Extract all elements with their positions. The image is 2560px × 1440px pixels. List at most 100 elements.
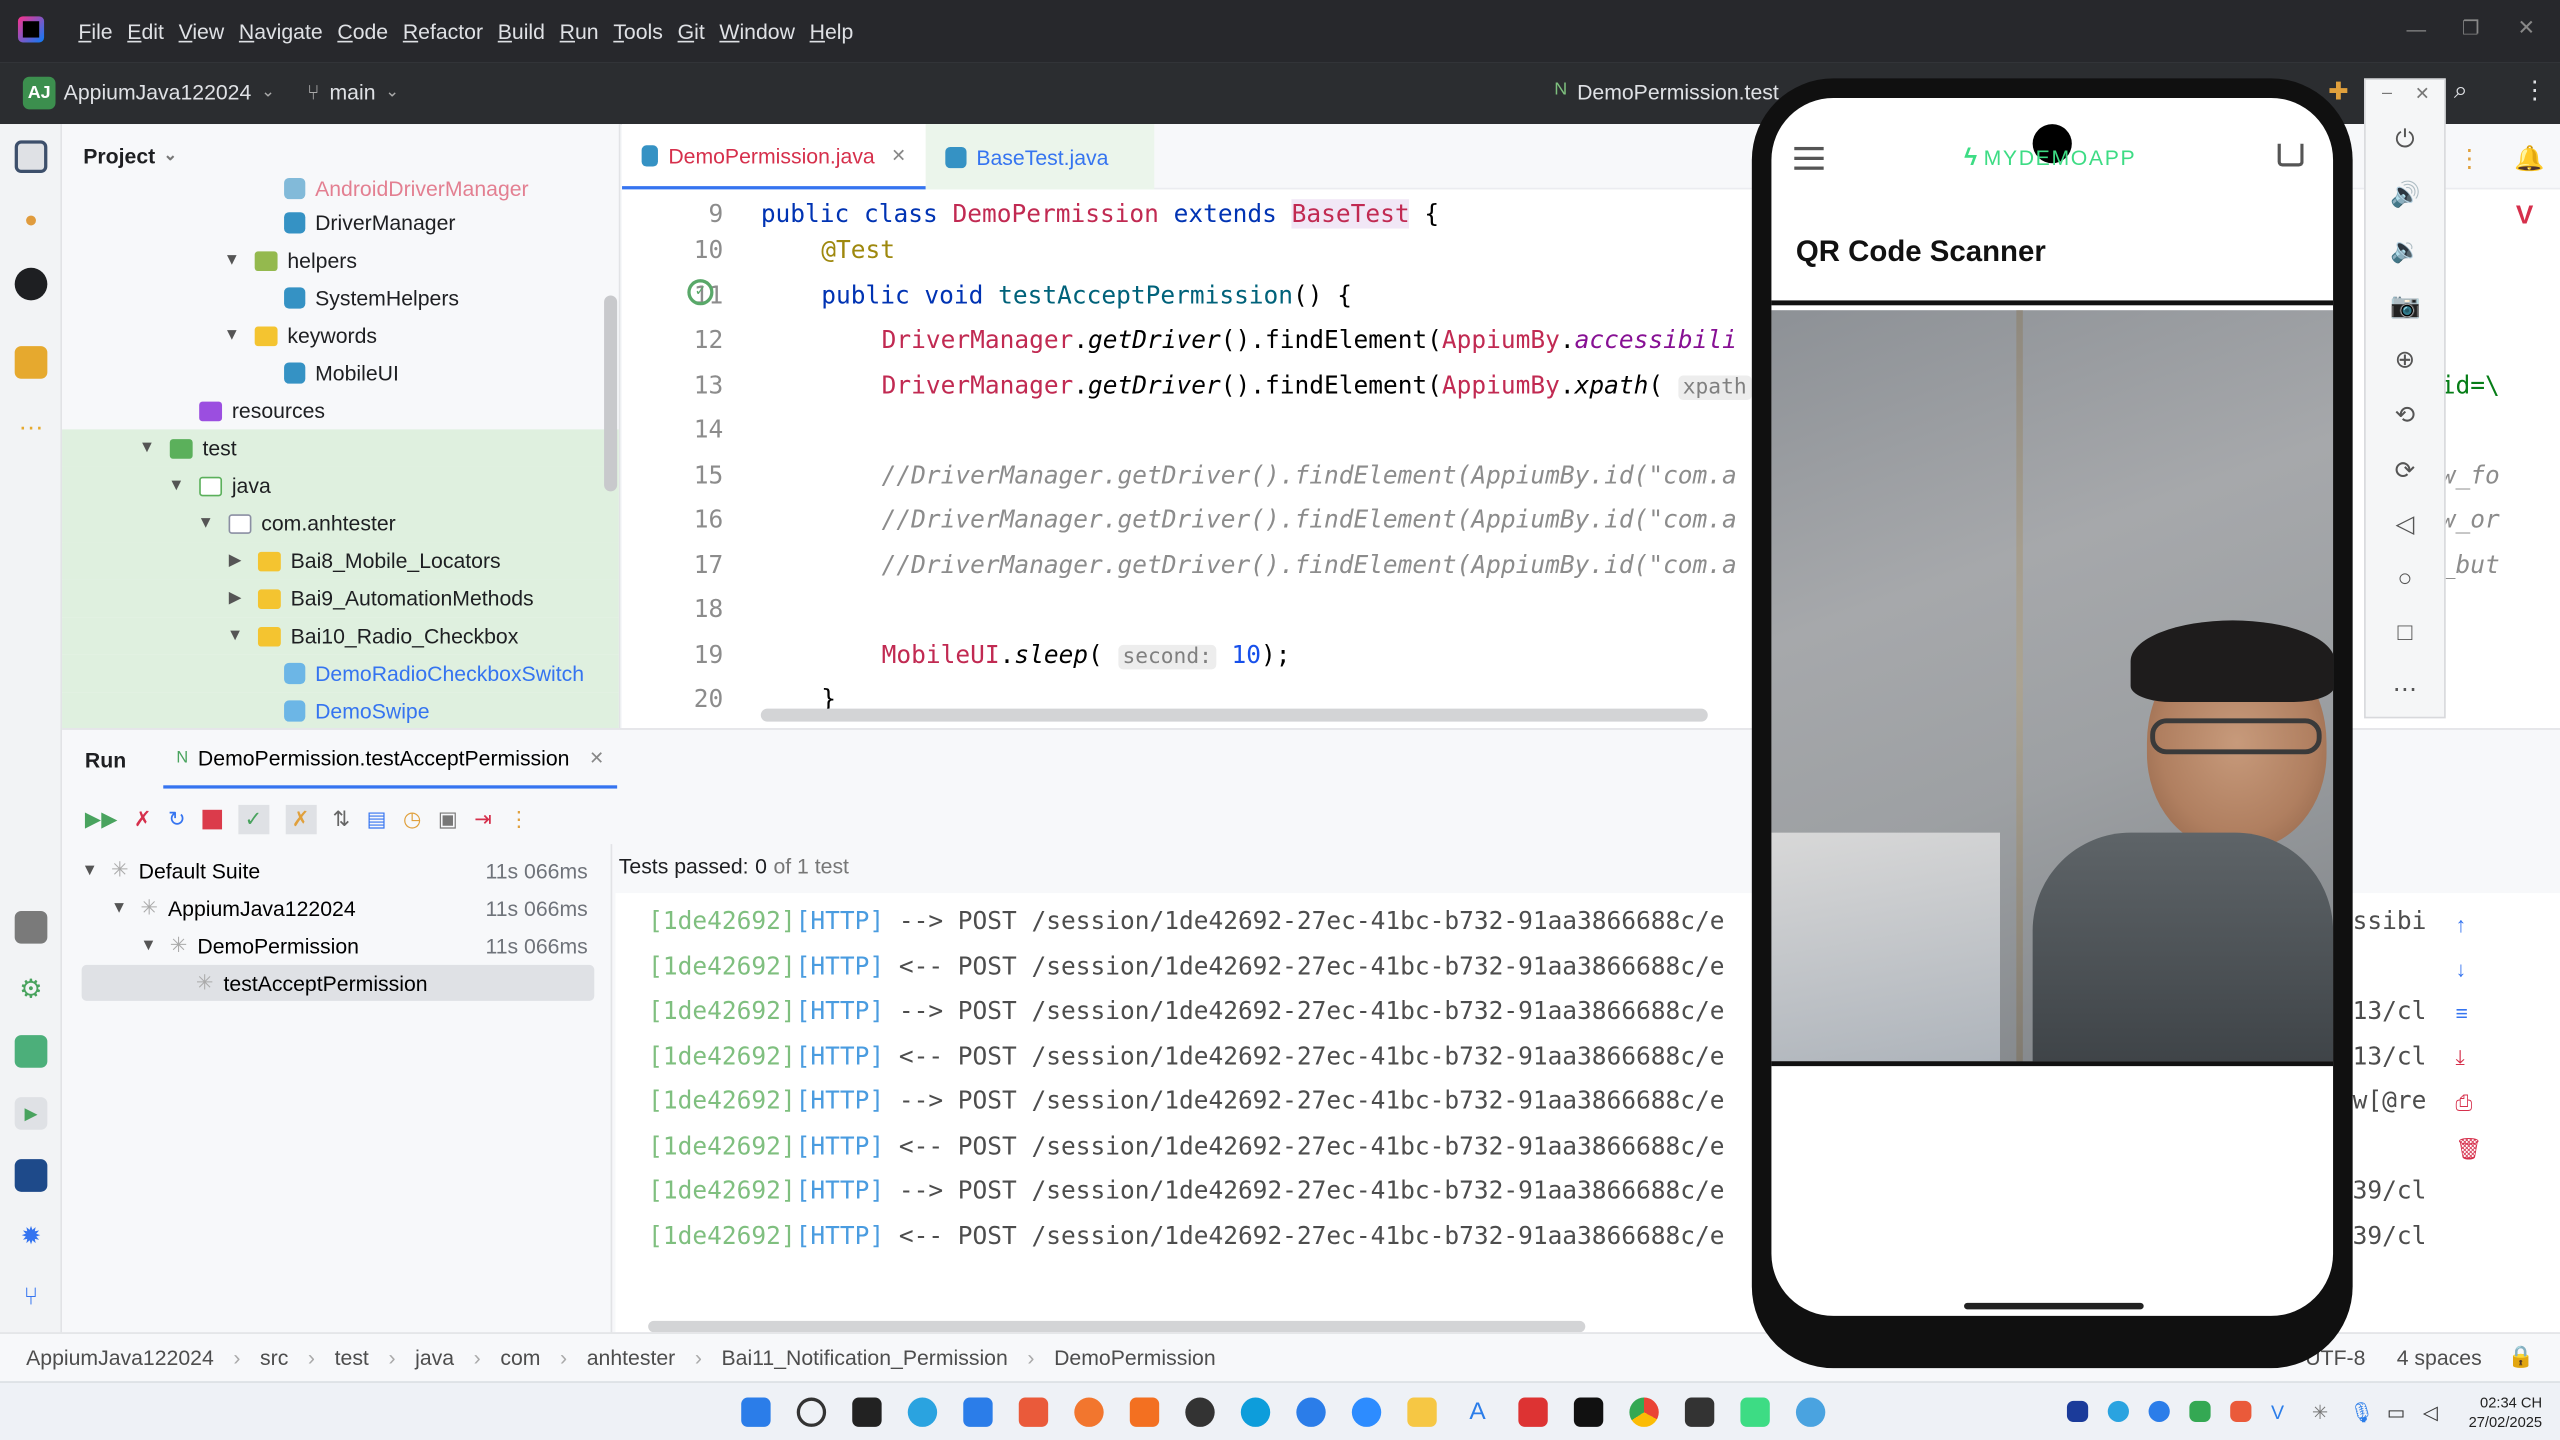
run-config-selector[interactable]: N DemoPermission.test [1554,80,1778,104]
zoom-icon[interactable] [1351,1397,1382,1427]
tray-icon[interactable]: ✳ [2312,1401,2333,1424]
export-icon[interactable]: ⇥ [474,807,492,833]
app-icon[interactable] [1795,1397,1826,1427]
breadcrumb-item[interactable]: DemoPermission [1054,1345,1216,1369]
app-icon[interactable] [1129,1397,1160,1427]
tray-icon[interactable] [2230,1400,2252,1423]
tab-basetest[interactable]: BaseTest.java [925,124,1155,190]
chevron-down-icon[interactable]: ▼ [111,899,140,917]
stop-icon[interactable] [202,809,222,830]
search-icon[interactable]: ⌕ [2454,77,2468,105]
tree-item[interactable]: AndroidDriverManager [62,170,619,208]
terminal-icon[interactable] [1684,1397,1715,1427]
more-options-icon[interactable]: ⋮ [508,807,529,833]
rotate-right-icon[interactable]: ⟳ [2390,456,2419,485]
overview-icon[interactable]: □ [2390,619,2419,648]
github-icon[interactable] [14,267,48,301]
more-options-icon[interactable]: ⋮ [2522,75,2546,105]
app-icon[interactable]: A [1463,1398,1492,1427]
horizontal-scrollbar[interactable] [760,708,1708,722]
breadcrumb-item[interactable]: src [260,1345,288,1369]
search-icon[interactable] [796,1397,827,1427]
notifications-icon[interactable]: 🔔 [2514,144,2545,173]
structure-tool-icon[interactable] [14,346,48,379]
tree-item[interactable]: DemoSwipe [62,692,619,729]
telegram-icon[interactable] [907,1397,938,1427]
lock-icon[interactable]: 🔒 [2508,1344,2534,1370]
chevron-down-icon[interactable]: ▼ [222,251,242,269]
intellij-icon[interactable] [1573,1397,1604,1427]
microphone-icon[interactable]: 🎙 [2349,1401,2374,1424]
test-tree-item[interactable]: ▼ ✳ DemoPermission 11s 066ms [82,927,595,963]
menu-run[interactable]: Run [553,19,605,43]
test-tree-item[interactable]: ▼ ✳ AppiumJava122024 11s 066ms [82,890,595,926]
skype-icon[interactable] [1240,1397,1271,1427]
more-tools-icon[interactable]: … [15,408,48,441]
sort-icon[interactable]: ⇅ [332,807,350,833]
history-icon[interactable]: ◷ [403,807,422,833]
menu-code[interactable]: Code [331,19,395,43]
app-icon[interactable] [963,1397,993,1427]
cart-icon[interactable] [2277,143,2304,167]
breadcrumb-item[interactable]: AppiumJava122024 [26,1345,214,1369]
menu-navigate[interactable]: Navigate [232,19,329,43]
menu-help[interactable]: Help [803,19,860,43]
back-icon[interactable]: ◁ [2390,509,2419,539]
hamburger-menu-icon[interactable] [1794,146,1824,170]
print-icon[interactable]: ⎙ [2456,1091,2483,1117]
chevron-right-icon[interactable]: ▶ [225,552,245,570]
console-scrollbar[interactable] [648,1320,1586,1333]
show-ignored-icon[interactable]: ✗ [285,804,317,835]
network-icon[interactable]: ▭ [2387,1401,2408,1424]
menu-git[interactable]: Git [671,19,711,43]
minimize-icon[interactable]: – [2382,83,2392,103]
run-tool-icon[interactable]: ▸ [14,1097,48,1130]
app-icon[interactable] [1018,1397,1049,1427]
test-tree-item[interactable]: ✳ testAcceptPermission [81,964,595,1001]
tree-item[interactable]: resources [62,392,619,430]
chevron-down-icon[interactable]: ▼ [167,477,187,495]
build-tools-icon[interactable]: ✚ [2328,77,2349,106]
breadcrumb-item[interactable]: Bai11_Notification_Permission [722,1345,1008,1369]
menu-refactor[interactable]: Refactor [396,19,489,43]
breadcrumb-item[interactable]: java [415,1345,454,1369]
project-selector[interactable]: AppiumJava122024 ⌄ [64,80,275,104]
tray-icon[interactable] [2107,1400,2129,1423]
home-icon[interactable]: ○ [2390,565,2419,594]
chevron-down-icon[interactable]: ▼ [225,627,245,645]
toggle-autotest-icon[interactable]: ↻ [168,807,186,833]
tray-icon[interactable] [2148,1400,2170,1423]
breadcrumb-item[interactable]: com [500,1345,540,1369]
tree-item[interactable]: DemoRadioCheckboxSwitch [62,654,619,693]
soft-wrap-icon[interactable]: ≡ [2456,1001,2483,1025]
show-passed-icon[interactable]: ✓ [238,804,269,835]
run-tab[interactable]: N DemoPermission.testAcceptPermission ✕ [163,730,618,789]
chevron-down-icon[interactable]: ▼ [82,861,111,879]
clear-console-icon[interactable]: 🗑 [2456,1136,2483,1162]
close-icon[interactable]: ✕ [2518,15,2536,41]
scroll-up-icon[interactable]: ↑ [2456,913,2483,937]
ai-assistant-icon[interactable]: V [2516,202,2533,231]
maximize-icon[interactable]: ❐ [2462,16,2480,39]
menu-build[interactable]: Build [491,19,551,43]
rerun-icon[interactable]: ▶▶ [85,807,118,833]
tray-icon[interactable] [2066,1400,2089,1423]
volume-up-icon[interactable]: 🔊 [2390,180,2421,209]
tree-item[interactable]: ▶ Bai8_Mobile_Locators [62,542,619,580]
rerun-failed-icon[interactable]: ✗ [134,807,152,833]
tree-item[interactable]: ▼ com.anhtester [62,504,619,543]
git-icon[interactable]: ⑂ [15,1283,48,1316]
tree-item[interactable]: ▼ Bai10_Radio_Checkbox [62,617,619,655]
app-icon[interactable] [1518,1397,1548,1427]
terminal-icon[interactable] [14,1159,48,1192]
chevron-down-icon[interactable]: ▼ [140,936,169,954]
menu-tools[interactable]: Tools [607,19,670,43]
screenshot-icon[interactable]: ▣ [438,807,458,833]
project-scrollbar[interactable] [604,295,618,492]
menu-window[interactable]: Window [713,19,802,43]
tab-demopermission[interactable]: DemoPermission.java ✕ [622,124,926,190]
run-test-gutter-icon[interactable]: ✓ [687,279,714,306]
import-tests-icon[interactable]: ▤ [367,807,387,833]
scroll-down-icon[interactable]: ↓ [2456,957,2483,981]
database-icon[interactable] [14,911,48,944]
